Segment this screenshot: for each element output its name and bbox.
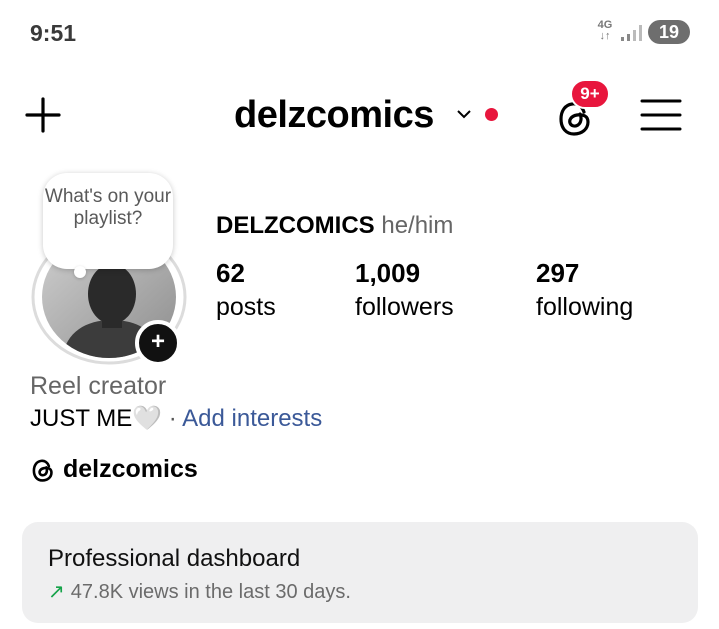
dashboard-views-text: 47.8K views in the last 30 days. [70, 581, 351, 603]
profile-full-name: DELZCOMICS he/him [216, 212, 453, 240]
followers-count[interactable]: 1,009 [355, 258, 420, 289]
pronouns-text: he/him [381, 212, 454, 239]
following-count[interactable]: 297 [536, 258, 579, 289]
trend-up-arrow-icon: ↗ [48, 581, 65, 603]
dashboard-title: Professional dashboard [48, 545, 301, 572]
signal-strength-icon [621, 25, 642, 41]
threads-icon [32, 459, 53, 482]
followers-label[interactable]: followers [355, 293, 454, 322]
posts-label[interactable]: posts [216, 293, 276, 322]
network-type-indicator: 4G ↓↑ [597, 19, 613, 42]
full-name-text: DELZCOMICS [216, 212, 375, 239]
battery-indicator: 19 [648, 20, 690, 44]
white-heart-icon: 🤍 [132, 405, 163, 432]
add-interests-link[interactable]: Add interests [182, 405, 322, 432]
bio-separator: · [168, 405, 177, 432]
note-bubble-tail [74, 266, 86, 278]
add-story-plus-icon[interactable]: + [135, 320, 181, 366]
threads-handle: delzcomics [63, 455, 198, 483]
note-bubble[interactable]: What's on your playlist? [43, 173, 173, 269]
profile-category: Reel creator [30, 372, 167, 400]
bio-line: JUST ME🤍 · Add interests [30, 404, 322, 433]
account-username[interactable]: delzcomics [234, 94, 434, 137]
posts-count[interactable]: 62 [216, 258, 245, 289]
notification-badge: 9+ [570, 79, 610, 109]
dashboard-subtitle: ↗ 47.8K views in the last 30 days. [48, 579, 351, 604]
following-label[interactable]: following [536, 293, 633, 322]
data-arrows-icon: ↓↑ [599, 30, 611, 42]
status-time: 9:51 [30, 20, 77, 46]
chevron-down-icon[interactable] [456, 108, 472, 120]
account-notification-dot [485, 108, 498, 121]
create-plus-icon[interactable] [25, 97, 61, 133]
hamburger-menu-icon[interactable] [640, 98, 682, 132]
bio-text: JUST ME [30, 405, 133, 432]
